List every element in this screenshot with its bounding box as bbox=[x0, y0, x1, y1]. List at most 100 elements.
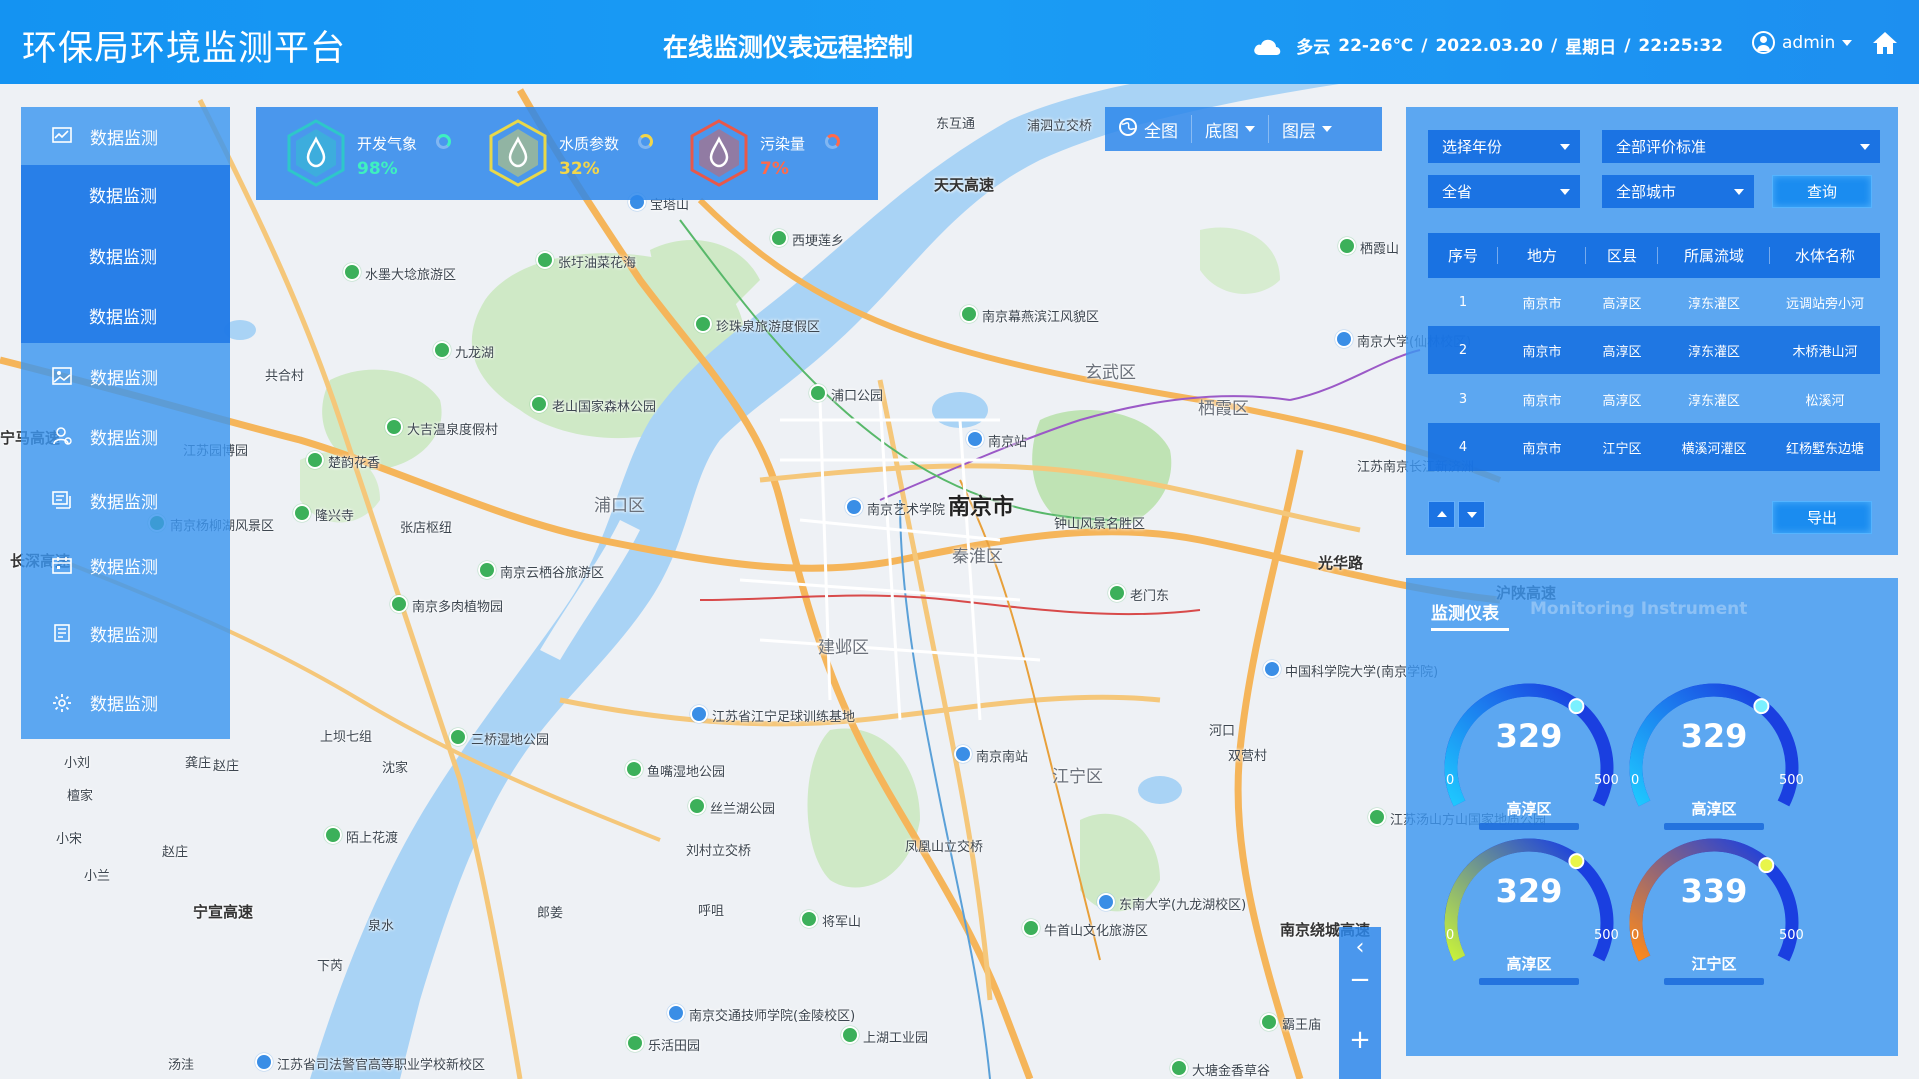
table-cell: 远调站旁小河 bbox=[1785, 296, 1864, 312]
table-cell: 南京市 bbox=[1522, 344, 1562, 360]
sidebar-item[interactable]: 数据监测 bbox=[21, 165, 230, 223]
map-label: 檀家 bbox=[67, 789, 94, 804]
sidebar-item[interactable]: 数据监测 bbox=[21, 471, 230, 529]
map-label: 玄武区 bbox=[1085, 363, 1136, 383]
sidebar-item[interactable]: 数据监测 bbox=[21, 407, 230, 465]
province-select[interactable]: 全省 bbox=[1428, 175, 1580, 208]
page-down-button[interactable] bbox=[1458, 501, 1485, 528]
year-select[interactable]: 选择年份 bbox=[1428, 130, 1580, 163]
sidebar-item-label: 数据监测 bbox=[90, 128, 158, 149]
gauge-min: 0 bbox=[1446, 928, 1455, 943]
home-icon[interactable] bbox=[1872, 31, 1898, 55]
table-cell: 高淳区 bbox=[1602, 296, 1642, 312]
year-select-value: 选择年份 bbox=[1442, 138, 1503, 156]
sidebar-item[interactable]: 数据监测 bbox=[21, 107, 230, 165]
export-button[interactable]: 导出 bbox=[1772, 501, 1872, 534]
map-label: 江宁区 bbox=[1052, 767, 1103, 787]
temperature-text: 22-26℃ bbox=[1338, 35, 1414, 56]
map-zoom-controls: ‹ − + bbox=[1339, 927, 1381, 1079]
gauge-district: 高淳区 bbox=[1506, 955, 1552, 973]
base-map-label: 底图 bbox=[1205, 121, 1239, 142]
user-menu[interactable]: admin bbox=[1752, 31, 1853, 54]
table-cell: 南京市 bbox=[1522, 296, 1562, 312]
map-label: 小兰 bbox=[84, 869, 111, 884]
table-cell: 4 bbox=[1458, 439, 1468, 455]
gear-icon bbox=[52, 693, 72, 712]
map-label: 张店枢纽 bbox=[400, 521, 453, 536]
map-label: 上坝七组 bbox=[320, 730, 373, 745]
zoom-in-button[interactable]: + bbox=[1339, 1025, 1381, 1055]
document-icon bbox=[52, 624, 72, 642]
page-up-button[interactable] bbox=[1428, 501, 1455, 528]
water-drop-icon bbox=[286, 119, 346, 187]
map-label: 上湖工业园 bbox=[841, 1026, 928, 1046]
map-label: 东互通 bbox=[936, 117, 976, 132]
image-icon bbox=[52, 367, 72, 385]
map-label: 水墨大埝旅游区 bbox=[343, 263, 456, 283]
gauge: 339 0 500 江宁区 bbox=[1609, 828, 1819, 988]
map-toolbar: 全图 底图 图层 bbox=[1105, 107, 1382, 151]
weather-datetime: 多云 22-26℃ / 2022.03.20 / 星期日 / 22:25:32 bbox=[1252, 33, 1723, 58]
zoom-out-button[interactable]: − bbox=[1339, 965, 1381, 995]
chevron-down-icon bbox=[1322, 126, 1332, 132]
collapse-icon[interactable]: ‹ bbox=[1339, 935, 1381, 960]
map-label: 九龙湖 bbox=[433, 341, 494, 361]
loading-icon bbox=[825, 134, 840, 149]
map-label: 郎姜 bbox=[537, 906, 564, 921]
stat-item: 污染量 7% bbox=[689, 119, 879, 187]
layer-dropdown[interactable]: 图层 bbox=[1269, 115, 1345, 143]
map-label: 沈家 bbox=[382, 761, 409, 776]
sidebar-item[interactable]: 数据监测 bbox=[21, 536, 230, 594]
chevron-down-icon bbox=[1560, 144, 1570, 150]
gauge-min: 0 bbox=[1631, 928, 1640, 943]
sidebar-item[interactable]: 数据监测 bbox=[21, 286, 230, 344]
gauge-value: 329 bbox=[1495, 717, 1563, 755]
gauge-pointer bbox=[1758, 857, 1775, 874]
sidebar-item[interactable]: 数据监测 bbox=[21, 347, 230, 405]
map-label: 珍珠泉旅游度假区 bbox=[694, 315, 820, 335]
stats-card: 开发气象 98% 水质参数 32% 污染量 7% bbox=[256, 107, 878, 200]
time-text: 22:25:32 bbox=[1638, 35, 1723, 56]
table-row[interactable]: 4 南京市 江宁区 横溪河灌区 红杨墅东边塘 bbox=[1428, 423, 1880, 471]
map-label: 南京南站 bbox=[954, 745, 1028, 765]
table-row[interactable]: 3 南京市 高淳区 淳东灌区 松溪河 bbox=[1428, 375, 1880, 423]
map-label: 将军山 bbox=[800, 910, 861, 930]
city-select[interactable]: 全部城市 bbox=[1602, 175, 1754, 208]
map-label: 龚庄 bbox=[185, 756, 212, 771]
page-subtitle: 在线监测仪表远程控制 bbox=[663, 33, 914, 62]
sidebar-item[interactable]: 数据监测 bbox=[21, 226, 230, 284]
map-label: 大塘金香草谷 bbox=[1170, 1059, 1270, 1079]
table-row[interactable]: 1 南京市 高淳区 淳东灌区 远调站旁小河 bbox=[1428, 278, 1880, 326]
user-avatar-icon bbox=[1752, 31, 1775, 54]
sidebar-item[interactable]: 数据监测 bbox=[21, 673, 230, 731]
map-label: 大吉温泉度假村 bbox=[385, 418, 498, 438]
gauge-max: 500 bbox=[1779, 928, 1804, 943]
map-label: 天天高速 bbox=[934, 176, 995, 194]
table-cell: 淳东灌区 bbox=[1687, 344, 1740, 360]
date-text: 2022.03.20 bbox=[1435, 35, 1543, 56]
map-label: 小宋 bbox=[56, 832, 83, 847]
gauge-value: 329 bbox=[1680, 717, 1748, 755]
map-label: 下芮 bbox=[317, 959, 344, 974]
map-label: 呼咀 bbox=[698, 904, 725, 919]
city-select-value: 全部城市 bbox=[1616, 183, 1677, 201]
table-cell: 淳东灌区 bbox=[1687, 296, 1740, 312]
username: admin bbox=[1782, 32, 1836, 53]
map-label: 楚韵花香 bbox=[306, 451, 380, 471]
base-map-dropdown[interactable]: 底图 bbox=[1192, 115, 1269, 143]
gauge: 329 0 500 高淳区 bbox=[1424, 673, 1634, 833]
full-map-button[interactable]: 全图 bbox=[1105, 115, 1192, 143]
table-cell: 横溪河灌区 bbox=[1681, 441, 1747, 457]
map-label: 秦淮区 bbox=[952, 547, 1003, 567]
cloud-icon bbox=[1252, 37, 1282, 55]
map-label: 宁宣高速 bbox=[193, 903, 254, 921]
map-label: 共合村 bbox=[265, 369, 305, 384]
standard-select[interactable]: 全部评价标准 bbox=[1602, 130, 1880, 163]
query-button[interactable]: 查询 bbox=[1772, 175, 1872, 208]
sidebar-item[interactable]: 数据监测 bbox=[21, 604, 230, 662]
column-header: 水体名称 bbox=[1794, 247, 1855, 265]
table-cell: 淳东灌区 bbox=[1687, 393, 1740, 409]
table-row[interactable]: 2 南京市 高淳区 淳东灌区 木桥港山河 bbox=[1428, 326, 1880, 374]
table-header: 序号 地方 区县 所属流域 水体名称 bbox=[1428, 233, 1880, 278]
map-label: 河口 bbox=[1209, 724, 1236, 739]
